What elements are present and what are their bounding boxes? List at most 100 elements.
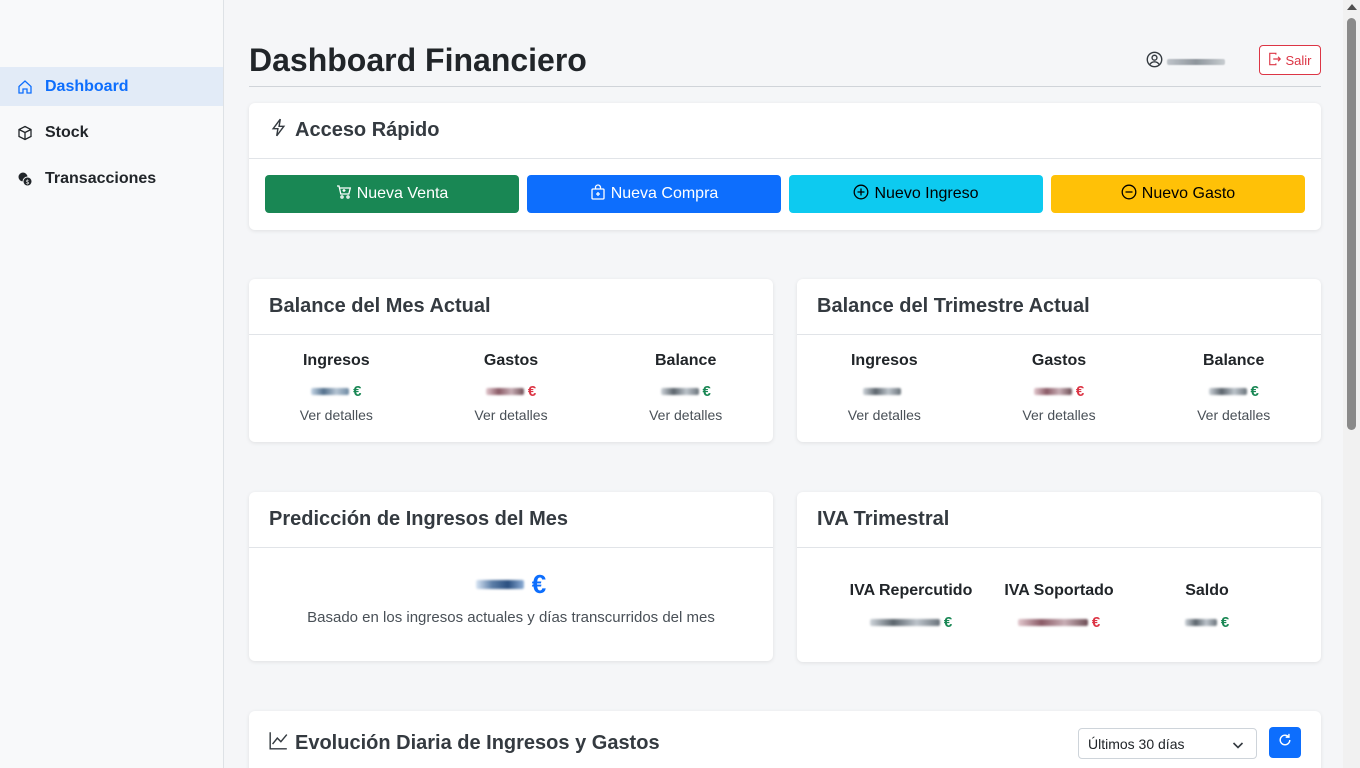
sidebar-item-label: Stock	[45, 123, 89, 141]
plus-circle-icon	[853, 184, 874, 205]
redacted-amount	[311, 387, 350, 395]
details-link[interactable]: Ver detalles	[972, 407, 1147, 423]
prediction-value: €	[249, 569, 773, 599]
details-link[interactable]: Ver detalles	[424, 407, 599, 423]
stat-value: €	[249, 382, 424, 400]
new-sale-button[interactable]: Nueva Venta	[265, 175, 519, 213]
redacted-amount	[1184, 618, 1217, 626]
currency-symbol: €	[702, 382, 711, 400]
new-expense-button[interactable]: Nuevo Gasto	[1051, 175, 1305, 213]
redacted-amount	[660, 387, 699, 395]
sidebar-item-dashboard[interactable]: Dashboard	[0, 67, 223, 106]
details-link[interactable]: Ver detalles	[1146, 407, 1321, 423]
stat-label: Balance	[1202, 352, 1265, 369]
redacted-amount	[1017, 618, 1088, 626]
new-sale-label: Nueva Venta	[356, 185, 449, 202]
cart-icon	[336, 184, 357, 205]
new-income-label: Nuevo Ingreso	[874, 185, 979, 202]
stat-expenses: Gastos € Ver detalles	[424, 352, 599, 423]
stat-balance: Balance € Ver detalles	[1146, 352, 1321, 423]
stat-label: Ingresos	[850, 352, 918, 369]
iva-header: IVA Trimestral	[797, 492, 1321, 548]
page-title: Dashboard Financiero	[249, 42, 587, 78]
sidebar-item-stock[interactable]: Stock	[0, 113, 223, 152]
vertical-scrollbar[interactable]	[1343, 0, 1360, 768]
coins-icon: $	[16, 170, 34, 188]
date-range-select[interactable]: Últimos 30 días	[1078, 728, 1257, 759]
stat-value: €	[1146, 382, 1321, 400]
home-icon	[16, 78, 34, 96]
stat-expenses: Gastos € Ver detalles	[972, 352, 1147, 423]
stat-label: Balance	[654, 352, 717, 369]
new-purchase-button[interactable]: Nueva Compra	[527, 175, 781, 213]
sidebar: Dashboard Stock $ Transacciones	[0, 0, 224, 768]
balance-month-stats: Ingresos € Ver detalles Gastos € Ver det…	[249, 335, 773, 423]
user-name-redacted	[1167, 59, 1225, 65]
logout-label: Salir	[1285, 52, 1312, 68]
line-chart-icon	[269, 731, 295, 756]
scroll-up-arrow-icon[interactable]	[1347, 4, 1357, 10]
sidebar-item-transacciones[interactable]: $ Transacciones	[0, 159, 223, 198]
stat-iva-soportado: IVA Soportado €	[985, 582, 1133, 631]
balance-quarter-stats: Ingresos Ver detalles Gastos € Ver detal…	[797, 335, 1321, 423]
new-purchase-label: Nueva Compra	[610, 185, 719, 202]
stat-value: €	[837, 613, 985, 631]
stat-iva-saldo: Saldo €	[1133, 582, 1281, 631]
redacted-amount	[863, 387, 902, 395]
redacted-amount	[485, 387, 524, 395]
quick-access-buttons: Nueva Venta Nueva Compra Nuevo Ingreso N…	[249, 159, 1321, 213]
daily-evolution-title: Evolución Diaria de Ingresos y Gastos	[295, 731, 660, 754]
date-range-value: Últimos 30 días	[1088, 735, 1185, 752]
stat-balance: Balance € Ver detalles	[598, 352, 773, 423]
stat-label: Gastos	[1031, 352, 1087, 369]
dash-circle-icon	[1121, 184, 1142, 205]
iva-stats: IVA Repercutido € IVA Soportado € Saldo …	[797, 548, 1321, 631]
prediction-note: Basado en los ingresos actuales y días t…	[307, 609, 715, 626]
sidebar-item-label: Transacciones	[45, 169, 157, 187]
user-info	[1146, 51, 1225, 73]
stat-label: IVA Repercutido	[849, 582, 973, 599]
logout-button[interactable]: Salir	[1259, 45, 1321, 75]
stat-value: €	[985, 613, 1133, 631]
currency-symbol: €	[531, 568, 547, 599]
balance-quarter-header: Balance del Trimestre Actual	[797, 279, 1321, 335]
currency-symbol: €	[1250, 382, 1259, 400]
currency-symbol: €	[527, 382, 537, 400]
redacted-amount	[869, 618, 940, 626]
lightning-icon	[269, 118, 295, 143]
stat-value: €	[1133, 613, 1281, 631]
details-link[interactable]: Ver detalles	[797, 407, 972, 423]
refresh-button[interactable]	[1269, 727, 1301, 758]
svg-text:$: $	[26, 179, 30, 186]
user-circle-icon	[1146, 51, 1163, 73]
bag-plus-icon	[590, 183, 611, 205]
chevron-down-icon	[1232, 738, 1244, 750]
quick-access-title: Acceso Rápido	[295, 119, 440, 141]
stat-label: Saldo	[1185, 582, 1229, 599]
redacted-amount	[1033, 387, 1072, 395]
stat-iva-repercutido: IVA Repercutido €	[837, 582, 985, 631]
stat-value: €	[598, 382, 773, 400]
daily-evolution-card: Evolución Diaria de Ingresos y Gastos Úl…	[249, 711, 1321, 768]
details-link[interactable]: Ver detalles	[598, 407, 773, 423]
new-expense-label: Nuevo Gasto	[1141, 185, 1236, 202]
stat-value: €	[424, 382, 599, 400]
stat-label: Ingresos	[302, 352, 370, 369]
currency-symbol: €	[1091, 613, 1101, 631]
refresh-icon	[1278, 733, 1292, 752]
redacted-amount	[1208, 387, 1247, 395]
redacted-amount	[475, 579, 524, 589]
scrollbar-thumb[interactable]	[1347, 18, 1356, 430]
balance-month-header: Balance del Mes Actual	[249, 279, 773, 335]
income-prediction-header: Predicción de Ingresos del Mes	[249, 492, 773, 548]
box-icon	[16, 124, 34, 142]
stat-label: Gastos	[483, 352, 539, 369]
balance-quarter-card: Balance del Trimestre Actual Ingresos Ve…	[797, 279, 1321, 442]
stat-label: IVA Soportado	[1004, 582, 1114, 599]
details-link[interactable]: Ver detalles	[249, 407, 424, 423]
stat-income: Ingresos € Ver detalles	[249, 352, 424, 423]
stat-value: €	[972, 382, 1147, 400]
currency-symbol: €	[353, 382, 362, 400]
new-income-button[interactable]: Nuevo Ingreso	[789, 175, 1043, 213]
currency-symbol: €	[943, 613, 953, 631]
